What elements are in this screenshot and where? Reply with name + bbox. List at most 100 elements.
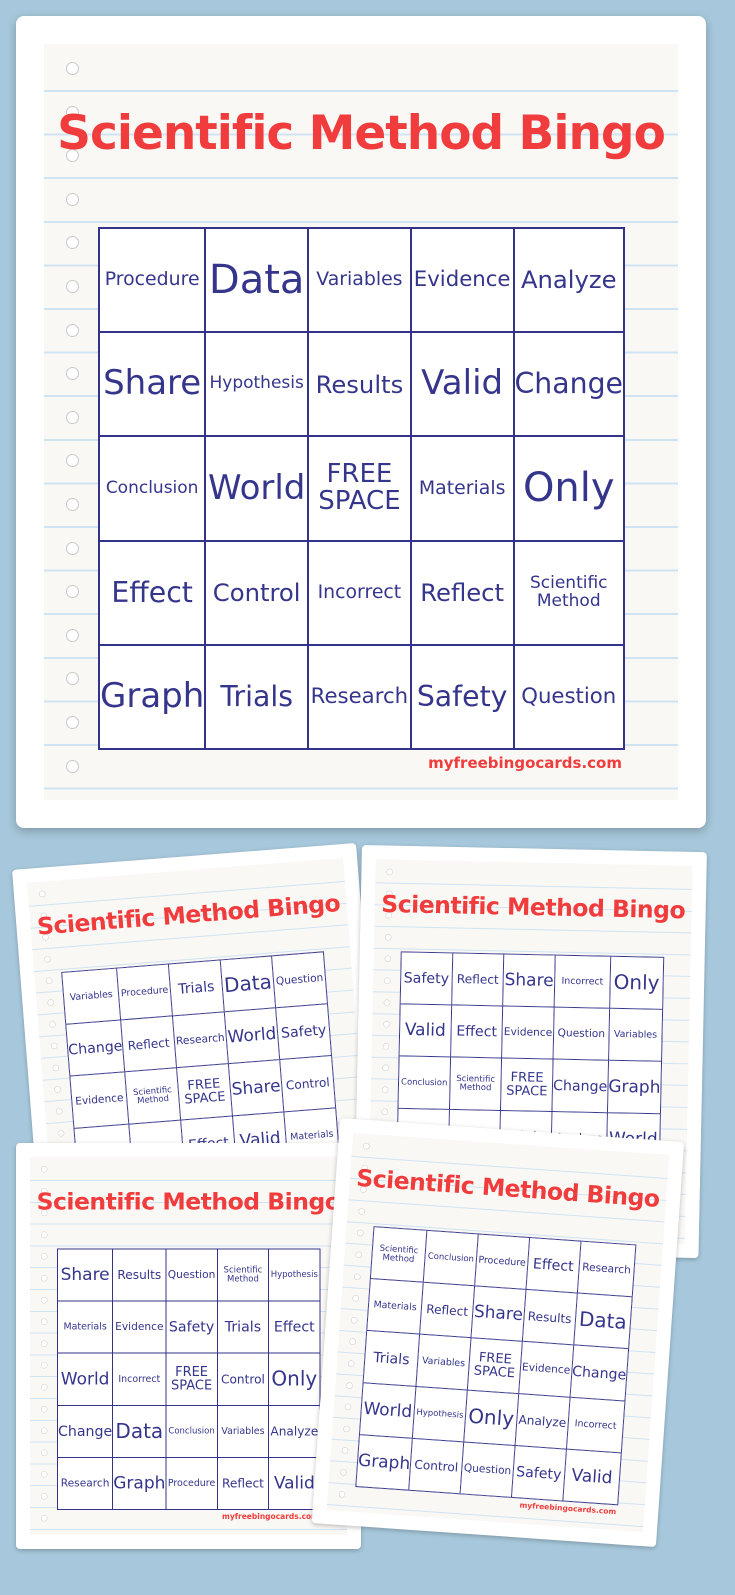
card-title: Scientific Method Bingo xyxy=(36,1188,341,1216)
bingo-cell: Incorrect xyxy=(554,955,611,1009)
bingo-cell: Change xyxy=(569,1345,629,1401)
binder-hole-icon xyxy=(66,585,79,599)
bingo-cell: Incorrect xyxy=(308,540,411,645)
binder-hole-icon xyxy=(41,1514,48,1522)
bingo-cell: Scientific Method xyxy=(513,540,624,645)
bingo-cell: Variables xyxy=(217,1405,269,1458)
bingo-cell: World xyxy=(359,1382,417,1439)
bingo-cell: Hypothesis xyxy=(205,332,309,437)
binder-hole-icon xyxy=(41,1493,48,1500)
binder-hole-icon xyxy=(66,541,79,555)
bingo-cell: Analyze xyxy=(514,1393,570,1449)
binder-hole-icon xyxy=(41,1166,48,1173)
bingo-cell: Control xyxy=(408,1438,464,1494)
binder-hole-icon xyxy=(353,1273,361,1281)
bingo-cell: Effect xyxy=(99,540,206,645)
binder-hole-icon xyxy=(385,933,392,941)
binder-hole-icon xyxy=(346,1381,354,1389)
card-title: Scientific Method Bingo xyxy=(57,106,666,161)
bingo-cell: Change xyxy=(65,1020,125,1077)
binder-hole-icon xyxy=(50,1042,58,1050)
bingo-cell: Conclusion xyxy=(397,1056,451,1110)
bingo-cell: Conclusion xyxy=(423,1230,479,1286)
bingo-cell: Change xyxy=(57,1405,113,1458)
bingo-cell: Incorrect xyxy=(566,1397,625,1453)
bingo-cell: Variables xyxy=(416,1334,471,1390)
binder-hole-icon xyxy=(341,1447,349,1455)
binder-hole-icon xyxy=(41,1449,48,1456)
bingo-cell: Evidence xyxy=(410,228,514,333)
binder-hole-icon xyxy=(66,192,79,206)
bingo-cell: Effect xyxy=(268,1301,320,1354)
bingo-cell: Share xyxy=(502,953,556,1008)
binder-hole-icon xyxy=(66,498,79,511)
binder-hole-icon xyxy=(45,977,53,985)
bingo-cell: Only xyxy=(463,1389,519,1446)
bingo-cell: Safety xyxy=(410,644,514,749)
binder-hole-icon xyxy=(358,1207,366,1215)
binder-hole-icon xyxy=(41,1340,48,1347)
bingo-cell: Results xyxy=(522,1289,578,1346)
bingo-cell: Question xyxy=(513,644,624,749)
binder-hole-icon xyxy=(352,1294,360,1302)
binder-hole-icon xyxy=(350,1316,358,1324)
bingo-cell: Research xyxy=(57,1457,113,1510)
bingo-cell: Research xyxy=(172,1011,229,1068)
bingo-cell: Research xyxy=(308,644,411,749)
bingo-cell: Graph xyxy=(355,1434,413,1491)
bingo-cell: Analyze xyxy=(513,228,624,333)
bingo-cell: Question xyxy=(460,1441,515,1498)
binder-hole-icon xyxy=(66,367,79,381)
bingo-cell: Scientific Method xyxy=(124,1067,181,1124)
bingo-cell: World xyxy=(57,1353,113,1406)
bingo-cell: Conclusion xyxy=(165,1405,218,1458)
bingo-cell: Scientific Method xyxy=(449,1057,502,1111)
bingo-cell: Reflect xyxy=(410,540,514,645)
binder-hole-icon xyxy=(41,1405,48,1413)
binder-hole-icon xyxy=(41,1275,48,1282)
binder-hole-icon xyxy=(66,323,79,337)
lined-paper: Scientific Method Bingo Procedure Data Vari… xyxy=(44,44,678,800)
bingo-cell: Variables xyxy=(608,1008,663,1062)
free-space-cell: FREE SPACE xyxy=(500,1058,554,1112)
bingo-cell: Materials xyxy=(366,1278,424,1335)
bingo-cell: Procedure xyxy=(116,964,173,1021)
bingo-cell: Hypothesis xyxy=(412,1386,468,1442)
binder-hole-icon xyxy=(386,868,394,876)
bingo-cell: World xyxy=(205,436,309,541)
bingo-cell: Reflect xyxy=(419,1282,475,1338)
binder-hole-icon xyxy=(355,1251,363,1259)
bingo-cell: Safety xyxy=(511,1445,567,1501)
free-space-cell: FREE SPACE xyxy=(467,1337,523,1394)
bingo-cell: Results xyxy=(112,1249,166,1302)
bingo-cell: Evidence xyxy=(69,1071,130,1129)
bingo-cell: Procedure xyxy=(474,1233,530,1290)
binder-hole-icon xyxy=(362,1142,370,1150)
binder-hole-icon xyxy=(344,1403,352,1411)
bingo-cell: Question xyxy=(165,1249,218,1302)
binder-hole-icon xyxy=(382,1042,390,1050)
binder-hole-icon xyxy=(343,1425,351,1433)
binder-hole-icon xyxy=(38,890,46,898)
binder-hole-icon xyxy=(41,1318,48,1326)
binder-hole-icon xyxy=(383,999,391,1006)
binder-hole-icon xyxy=(54,1086,62,1094)
binder-hole-icon xyxy=(66,672,79,686)
lined-paper: Scientific Method Bingo Share Results Quest… xyxy=(30,1157,347,1535)
binder-hole-icon xyxy=(57,1129,65,1137)
bingo-grid: Procedure Data Variables Evidence Analyze Sha… xyxy=(98,227,625,750)
free-space-cell: FREE SPACE xyxy=(165,1353,218,1406)
site-footer-link[interactable]: myfreebingocards.com xyxy=(222,1512,319,1521)
binder-hole-icon xyxy=(66,236,79,250)
bingo-cell: Analyze xyxy=(268,1405,320,1458)
site-footer-link[interactable]: myfreebingocards.com xyxy=(428,754,622,772)
free-space-cell: FREE SPACE xyxy=(308,436,411,541)
binder-hole-icon xyxy=(66,759,79,773)
bingo-cell: Data xyxy=(220,955,276,1012)
binder-hole-icon xyxy=(381,1108,388,1115)
bingo-cell: Graph xyxy=(112,1457,166,1510)
bingo-cell: Evidence xyxy=(518,1341,574,1398)
binder-hole-icon xyxy=(41,1362,48,1369)
bingo-cell: Only xyxy=(268,1353,320,1406)
bingo-grid: Scientific Method Conclusion Procedure Effe… xyxy=(355,1226,637,1506)
